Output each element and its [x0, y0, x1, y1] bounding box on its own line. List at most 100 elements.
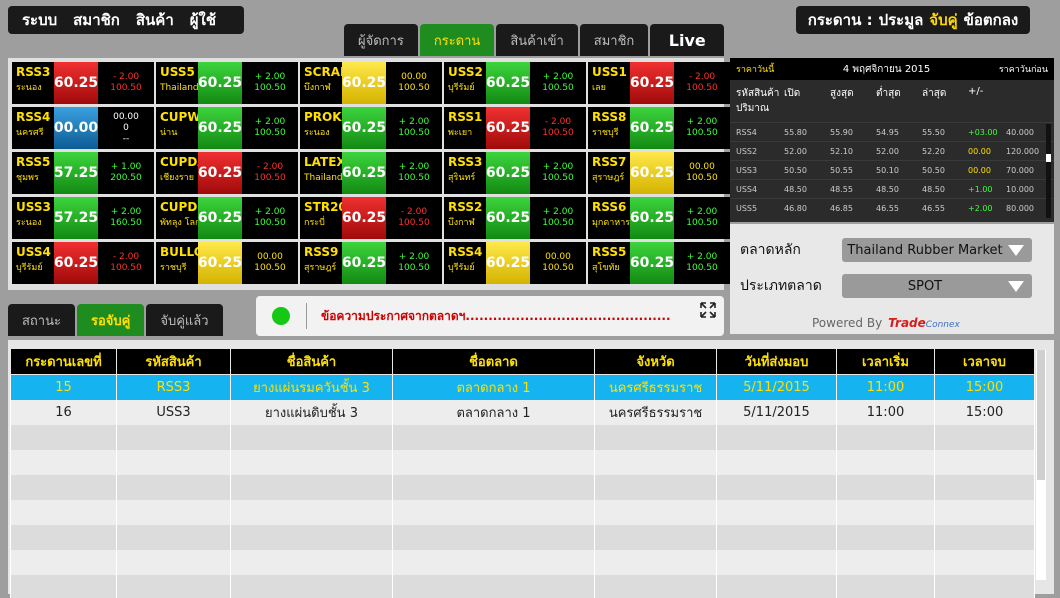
announcement-bar: ข้อความประกาศจากตลาดฯ...................… [256, 296, 724, 336]
empty-cell [116, 474, 231, 500]
status-tab-0[interactable]: สถานะ [8, 304, 75, 336]
tile-price: 60.25 [630, 197, 674, 239]
board-tile[interactable]: USS3 ระนอง 57.25 + 2.00 160.50 [12, 197, 154, 239]
tile-name: RSS3 สุรินทร์ [444, 152, 486, 194]
table-cell: ยางแผ่นรมควันชั้น 3 [230, 374, 393, 400]
tab-1[interactable]: กระดาน [419, 24, 495, 56]
market-select[interactable]: Thailand Rubber Market [842, 238, 1032, 262]
board-tile[interactable]: CUPDAMP เชียงราย 60.25- 2.00 100.50 [156, 152, 298, 194]
board-tile[interactable]: USS5 Thailand 60.25 + 2.00 100.50 [156, 62, 298, 104]
menu-system[interactable]: ระบบ [22, 8, 57, 32]
tab-0[interactable]: ผู้จัดการ [344, 24, 418, 56]
board-tile[interactable]: RSS5 สุโขทัย 60.25 + 2.00 100.50 [588, 242, 730, 284]
tile-price: 60.25 [486, 62, 530, 104]
empty-cell [116, 449, 231, 475]
board-tile[interactable]: RSS2 บึงกาฬ 60.25 + 2.00 100.50 [444, 197, 586, 239]
board-tile[interactable]: USS4 บุรีรัมย์ 60.25- 2.00 100.50 [12, 242, 154, 284]
tile-change: 00.00 0 -- [98, 107, 154, 149]
price-columns: รหัสสินค้า ปริมาณ เปิด สูงสุด ต่ำสุด ล่าส… [730, 80, 1054, 122]
menu-users[interactable]: ผู้ใช้ [190, 8, 216, 32]
tab-3[interactable]: สมาชิก [579, 24, 649, 56]
tile-change: - 2.00 100.50 [242, 152, 298, 194]
board-tile[interactable]: RSS4 บุรีรัมย์ 60.25 00.00 100.50 [444, 242, 586, 284]
board-tile[interactable]: PROK ระนอง 60.25 + 2.00 100.50 [300, 107, 442, 149]
change-value: + 2.00 [542, 207, 574, 217]
tile-price: 60.25 [342, 242, 386, 284]
mode-match[interactable]: จับคู่ [929, 8, 957, 32]
board-tile[interactable]: RSS9 สุราษฎร์ 60.25 + 2.00 100.50 [300, 242, 442, 284]
column-header[interactable]: วันที่ส่งมอบ [716, 348, 837, 375]
menu-members[interactable]: สมาชิก [73, 8, 120, 32]
price-row[interactable]: USS5 46.80 46.85 46.55 46.55 +2.00 80.000 [730, 198, 1054, 217]
province: สุรินทร์ [448, 173, 476, 183]
table-scrollbar[interactable] [1036, 350, 1046, 580]
empty-row [10, 524, 1035, 550]
tab-4[interactable]: Live [650, 24, 725, 56]
table-row[interactable]: 16 USS3 ยางแผ่นดิบชั้น 3 ตลาดกลาง 1 นครศรีธร… [10, 399, 1035, 425]
board-tile[interactable]: RSS3 สุรินทร์ 60.25 + 2.00 100.50 [444, 152, 586, 194]
board-tile[interactable]: RSS5 ชุมพร 57.25 + 1.00 200.50 [12, 152, 154, 194]
status-tab-1[interactable]: รอจับคู่ [76, 304, 145, 336]
change-value: + 2.00 [686, 207, 718, 217]
price-row[interactable]: USS2 52.00 52.10 52.00 52.20 00.00 120.000 [730, 141, 1054, 160]
board-tile[interactable]: USS1 เลย 60.25- 2.00 100.50 [588, 62, 730, 104]
tile-price: 60.25 [486, 242, 530, 284]
board-tile[interactable]: STR20 กระบี่ 60.25- 2.00 100.50 [300, 197, 442, 239]
column-header[interactable]: เวลาเริ่ม [836, 348, 935, 375]
menu-products[interactable]: สินค้า [136, 8, 174, 32]
change-value: + 2.00 [254, 207, 286, 217]
product-code: LATEX [304, 155, 346, 169]
col-open: เปิด [784, 88, 801, 99]
status-tab-2[interactable]: จับคู่แล้ว [146, 304, 223, 336]
table-row[interactable]: 15 RSS3 ยางแผ่นรมควันชั้น 3 ตลาดกลาง 1 นครศร… [10, 374, 1035, 400]
product-code: RSS8 [592, 110, 627, 124]
board-tile[interactable]: RSS3 ระนอง 60.25- 2.00 100.50 [12, 62, 154, 104]
price-row[interactable]: USS4 48.50 48.55 48.50 48.50 +1.00 10.000 [730, 179, 1054, 198]
tile-change: - 2.00 100.50 [674, 62, 730, 104]
board-tile[interactable]: SCRAP บึงกาฬ 60.25 00.00 100.50 [300, 62, 442, 104]
product-code: USS5 [160, 65, 195, 79]
column-header[interactable]: เวลาจบ [934, 348, 1035, 375]
mode-indicator: กระดาน : ประมูล จับคู่ ข้อตกลง [796, 6, 1030, 34]
column-header[interactable]: รหัสสินค้า [116, 348, 231, 375]
empty-cell [836, 524, 935, 550]
board-tile[interactable]: RSS8 ราชบุรี 60.25 + 2.00 100.50 [588, 107, 730, 149]
tile-name: BULLOCK ราชบุรี [156, 242, 222, 284]
board-tile[interactable]: RSS7 สุราษฎร์ 60.25 00.00 100.50 [588, 152, 730, 194]
volume-value: 100.50 [254, 218, 286, 228]
board-tile[interactable]: RSS4 นครศรี 00.00 00.00 0 -- [12, 107, 154, 149]
market-type-select[interactable]: SPOT [842, 274, 1032, 298]
price-scrollbar[interactable] [1046, 124, 1051, 218]
column-header[interactable]: ชื่อตลาด [392, 348, 595, 375]
board-tile[interactable]: RSS1 พะเยา 60.25- 2.00 100.50 [444, 107, 586, 149]
board-tile[interactable]: USS2 บุรีรัมย์ 60.25 + 2.00 100.50 [444, 62, 586, 104]
tab-2[interactable]: สินค้าเข้า [496, 24, 578, 56]
column-header[interactable]: จังหวัด [594, 348, 717, 375]
volume-value: 100.50 [686, 83, 718, 93]
price-row[interactable]: RSS4 55.80 55.90 54.95 55.50 +03.00 40.000 [730, 122, 1054, 141]
tile-name: RSS1 พะเยา [444, 107, 486, 149]
board-tile[interactable]: BULLOCK ราชบุรี 60.25 00.00 100.50 [156, 242, 298, 284]
price-row[interactable]: USS3 50.50 50.55 50.10 50.50 00.00 70.000 [730, 160, 1054, 179]
board-tile[interactable]: LATEX Thailand 60.25 + 2.00 100.50 [300, 152, 442, 194]
mode-auction[interactable]: ประมูล [879, 8, 924, 32]
tile-price: 60.25 [342, 197, 386, 239]
volume-value: 100.50 [542, 218, 574, 228]
tile-name: RSS8 ราชบุรี [588, 107, 630, 149]
column-header[interactable]: กระดานเลขที่ [10, 348, 117, 375]
column-header[interactable]: ชื่อสินค้า [230, 348, 393, 375]
price-chg: +1.00 [968, 184, 993, 194]
tile-price: 57.25 [54, 197, 98, 239]
volume-value: 100.50 [398, 83, 430, 93]
price-open: 55.80 [784, 127, 807, 137]
board-tile[interactable]: CUPWET น่าน 60.25 + 2.00 100.50 [156, 107, 298, 149]
tile-name: RSS4 นครศรี [12, 107, 54, 149]
product-code: PROK [304, 110, 342, 124]
board-tile[interactable]: RSS6 มุกดาหาร 60.25 + 2.00 100.50 [588, 197, 730, 239]
mode-contract[interactable]: ข้อตกลง [964, 8, 1019, 32]
board-tile[interactable]: CUPDRY พัทลุง โลก 60.25 + 2.00 100.50 [156, 197, 298, 239]
expand-icon[interactable] [700, 302, 716, 318]
empty-row [10, 474, 1035, 500]
empty-cell [230, 574, 393, 598]
tile-name: LATEX Thailand [300, 152, 346, 194]
